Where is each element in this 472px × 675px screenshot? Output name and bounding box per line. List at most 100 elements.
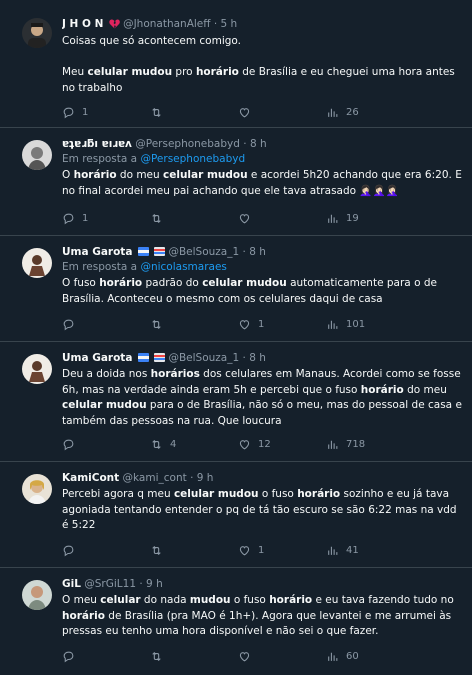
- timestamp[interactable]: 9 h: [197, 472, 214, 484]
- like-button[interactable]: 1: [238, 316, 264, 332]
- views-button[interactable]: 60: [326, 648, 359, 664]
- tweet-actions: 60: [62, 648, 372, 664]
- retweet-icon: [150, 650, 163, 663]
- tweet-header: J H O N @JhonathanAleff · 5 h: [62, 16, 462, 32]
- views-count: 41: [346, 544, 359, 556]
- tweet[interactable]: GiL @SrGiL11 · 9 h O meu celular do nada…: [0, 568, 472, 675]
- views-button[interactable]: 41: [326, 542, 359, 558]
- reply-context: Em resposta a @nicolasmaraes: [62, 260, 462, 275]
- reply-button[interactable]: [62, 542, 82, 558]
- reply-button[interactable]: 1: [62, 210, 88, 226]
- tweet[interactable]: Uma Garota @BelSouza_1 · 8 h Deu a doida…: [0, 342, 472, 462]
- reply-context-mention[interactable]: @Persephonebabyd: [140, 153, 245, 165]
- timestamp[interactable]: 8 h: [250, 138, 267, 150]
- like-icon: [238, 650, 251, 663]
- reply-button[interactable]: [62, 648, 82, 664]
- like-count: 12: [258, 438, 271, 450]
- retweet-button[interactable]: [150, 104, 170, 120]
- retweet-button[interactable]: [150, 648, 170, 664]
- like-button[interactable]: [238, 648, 258, 664]
- handle[interactable]: @JhonathanAleff: [123, 18, 210, 30]
- display-name[interactable]: J H O N: [62, 18, 103, 30]
- book-icon: [154, 351, 166, 362]
- like-icon: [238, 544, 251, 557]
- retweet-count: 4: [170, 438, 177, 450]
- separator: ·: [213, 18, 218, 30]
- views-count: 60: [346, 650, 359, 662]
- views-button[interactable]: 26: [326, 104, 359, 120]
- views-count: 718: [346, 438, 366, 450]
- like-button[interactable]: 1: [238, 542, 264, 558]
- reply-button[interactable]: 1: [62, 104, 88, 120]
- reply-icon: [62, 544, 75, 557]
- separator: ·: [243, 138, 247, 150]
- views-icon: [326, 544, 339, 557]
- retweet-icon: [150, 544, 163, 557]
- views-icon: [326, 438, 339, 451]
- tweet-header: Uma Garota @BelSouza_1 · 8 h: [62, 350, 462, 366]
- display-name[interactable]: GiL: [62, 578, 81, 590]
- avatar[interactable]: [22, 248, 52, 278]
- retweet-button[interactable]: [150, 210, 170, 226]
- timestamp[interactable]: 9 h: [146, 578, 163, 590]
- reply-context-prefix: Em resposta a: [62, 261, 138, 273]
- avatar[interactable]: [22, 354, 52, 384]
- retweet-button[interactable]: [150, 316, 170, 332]
- separator: ·: [139, 578, 143, 590]
- handle[interactable]: @SrGiL11: [84, 578, 136, 590]
- tweet-text: O fuso horário padrão do celular mudou a…: [62, 277, 437, 305]
- timestamp[interactable]: 8 h: [249, 352, 266, 364]
- tweet-header: GiL @SrGiL11 · 9 h: [62, 576, 462, 592]
- timestamp[interactable]: 8 h: [249, 246, 266, 258]
- retweet-button[interactable]: 4: [150, 436, 176, 452]
- handle[interactable]: @kami_cont: [123, 472, 187, 484]
- reply-context-mention[interactable]: @nicolasmaraes: [140, 261, 226, 273]
- tweet-actions: 1 101: [62, 316, 372, 332]
- retweet-icon: [150, 212, 163, 225]
- display-name[interactable]: Uma Garota: [62, 246, 132, 258]
- tweet-actions: 1 19: [62, 210, 372, 226]
- separator: ·: [242, 352, 246, 364]
- like-button[interactable]: [238, 210, 258, 226]
- tweet-text: Deu a doida nos horários dos celulares e…: [62, 368, 462, 427]
- reply-context-prefix: Em resposta a: [62, 153, 138, 165]
- views-icon: [326, 650, 339, 663]
- display-name[interactable]: Uma Garota: [62, 352, 132, 364]
- timeline-feed: J H O N @JhonathanAleff · 5 h Coisas que…: [0, 0, 472, 675]
- views-button[interactable]: 101: [326, 316, 365, 332]
- tweet-header: KamiCont @kami_cont · 9 h: [62, 470, 462, 486]
- reply-icon: [62, 106, 75, 119]
- handle[interactable]: @BelSouza_1: [168, 246, 239, 258]
- like-button[interactable]: [238, 104, 258, 120]
- reply-button[interactable]: [62, 436, 82, 452]
- separator: ·: [242, 246, 246, 258]
- retweet-icon: [150, 106, 163, 119]
- reply-icon: [62, 318, 75, 331]
- views-count: 19: [346, 212, 359, 224]
- views-count: 26: [346, 106, 359, 118]
- handle[interactable]: @BelSouza_1: [168, 352, 239, 364]
- display-name[interactable]: KamiCont: [62, 472, 119, 484]
- reply-icon: [62, 438, 75, 451]
- avatar[interactable]: [22, 580, 52, 610]
- handle[interactable]: @Persephonebabyd: [135, 138, 240, 150]
- avatar[interactable]: [22, 18, 52, 48]
- reply-button[interactable]: [62, 316, 82, 332]
- like-button[interactable]: 12: [238, 436, 271, 452]
- retweet-button[interactable]: [150, 542, 170, 558]
- avatar[interactable]: [22, 474, 52, 504]
- display-name[interactable]: ɐʇɐɹƃı ɐıɹɐʌ: [62, 138, 132, 150]
- reply-context: Em resposta a @Persephonebabyd: [62, 152, 462, 167]
- tweet[interactable]: ɐʇɐɹƃı ɐıɹɐʌ @Persephonebabyd · 8 h Em r…: [0, 128, 472, 236]
- tweet-text: O horário do meu celular mudou e acordei…: [62, 169, 462, 197]
- timestamp[interactable]: 5 h: [221, 18, 238, 30]
- tweet[interactable]: KamiCont @kami_cont · 9 h Percebi agora …: [0, 462, 472, 568]
- like-icon: [238, 106, 251, 119]
- tweet[interactable]: Uma Garota @BelSouza_1 · 8 h Em resposta…: [0, 236, 472, 342]
- views-button[interactable]: 718: [326, 436, 365, 452]
- tweet[interactable]: J H O N @JhonathanAleff · 5 h Coisas que…: [0, 0, 472, 128]
- views-button[interactable]: 19: [326, 210, 359, 226]
- views-icon: [326, 318, 339, 331]
- avatar[interactable]: [22, 140, 52, 170]
- tweet-header: ɐʇɐɹƃı ɐıɹɐʌ @Persephonebabyd · 8 h: [62, 136, 462, 152]
